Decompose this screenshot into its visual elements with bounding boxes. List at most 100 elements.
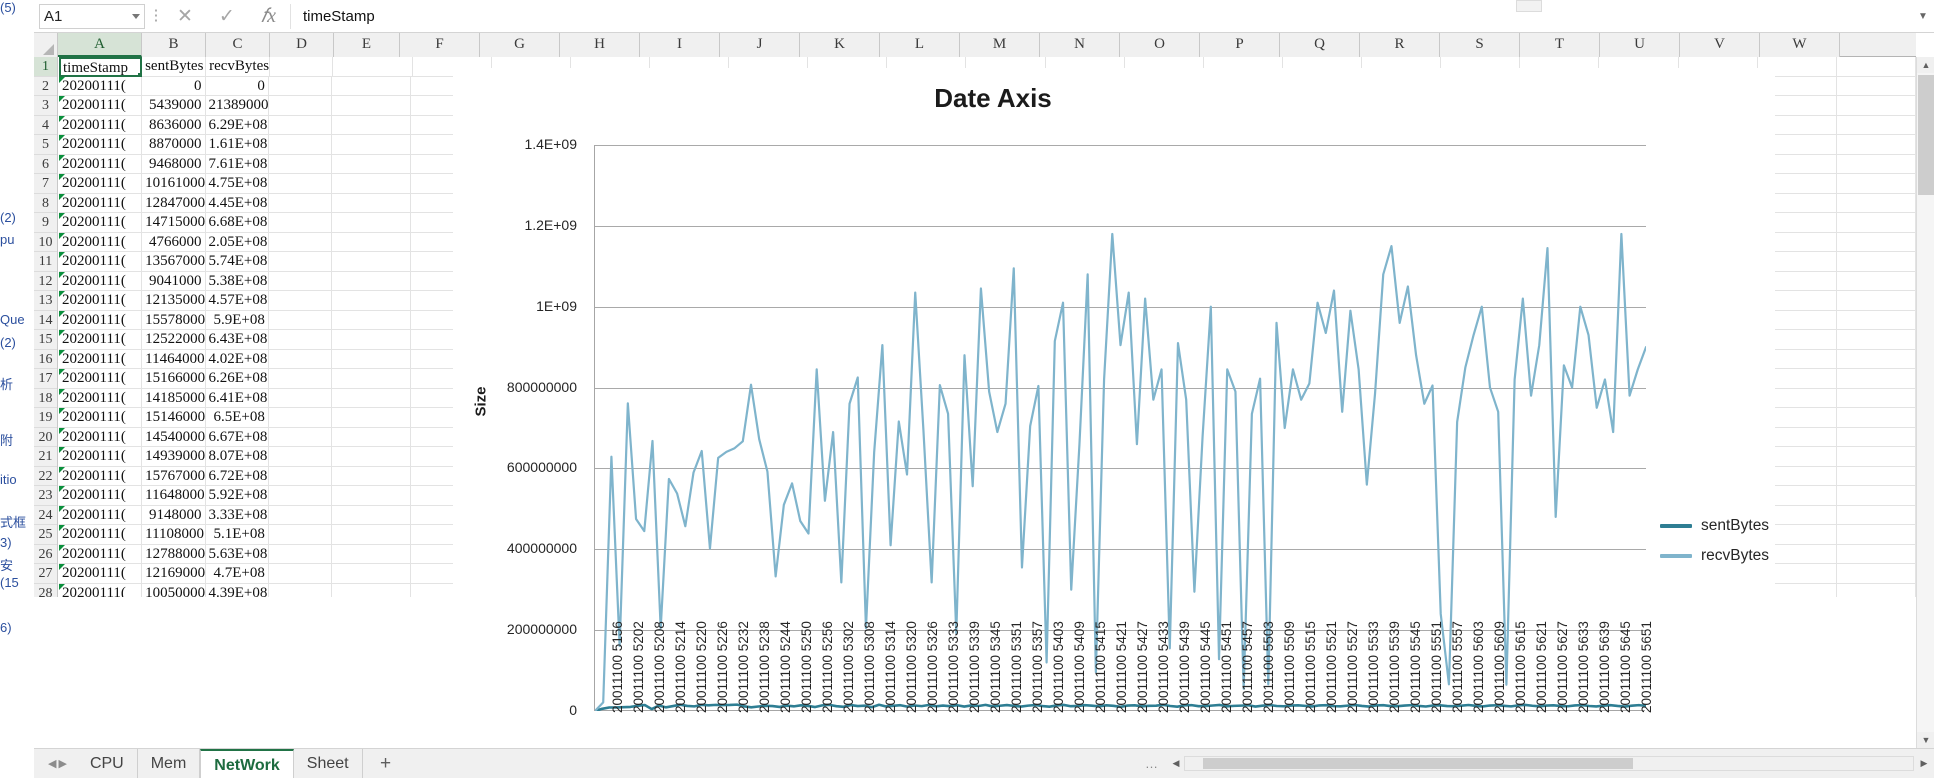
grid-cell-d10[interactable] xyxy=(269,233,332,253)
row-header-4[interactable]: 4 xyxy=(34,116,57,136)
grid-cell-b1[interactable]: sentBytes xyxy=(142,57,206,77)
row-header-17[interactable]: 17 xyxy=(34,369,57,389)
grid-cell-c9[interactable]: 6.68E+08 xyxy=(206,213,269,233)
vertical-scroll-thumb[interactable] xyxy=(1918,75,1934,195)
legend-item-recvBytes[interactable]: recvBytes xyxy=(1660,541,1775,571)
grid-cell-a12[interactable]: 20200111( xyxy=(59,272,142,292)
grid-cell-a21[interactable]: 20200111( xyxy=(59,447,142,467)
grid-cell-empty[interactable] xyxy=(332,506,411,526)
grid-cell-empty[interactable] xyxy=(332,350,411,370)
grid-cell-c24[interactable]: 3.33E+08 xyxy=(206,506,269,526)
grid-cell-d18[interactable] xyxy=(269,389,332,409)
row-header-10[interactable]: 10 xyxy=(34,233,57,253)
add-sheet-button[interactable]: + xyxy=(371,749,401,778)
scroll-down-icon[interactable]: ▼ xyxy=(1917,732,1934,748)
grid-cell-b7[interactable]: 10161000 xyxy=(142,174,205,194)
grid-cell-empty[interactable] xyxy=(332,428,411,448)
vertical-scrollbar[interactable]: ▲ ▼ xyxy=(1916,57,1934,748)
chevron-down-icon[interactable] xyxy=(132,14,140,19)
grid-cell-d19[interactable] xyxy=(269,408,332,428)
row-header-13[interactable]: 13 xyxy=(34,291,57,311)
grid-cell-d2[interactable] xyxy=(269,77,332,97)
grid-cell-empty[interactable] xyxy=(1837,330,1916,350)
legend-item-sentBytes[interactable]: sentBytes xyxy=(1660,511,1775,541)
column-header-g[interactable]: G xyxy=(480,33,560,57)
grid-cell-empty[interactable] xyxy=(332,389,411,409)
grid-cell-c5[interactable]: 1.61E+08 xyxy=(206,135,269,155)
grid-cell-a14[interactable]: 20200111( xyxy=(59,311,142,331)
row-header-25[interactable]: 25 xyxy=(34,525,57,545)
tab-overflow-ellipsis[interactable]: … xyxy=(1145,756,1168,771)
grid-cell-empty[interactable] xyxy=(332,174,411,194)
name-box[interactable]: A1 xyxy=(39,4,145,29)
grid-cell-a7[interactable]: 20200111( xyxy=(59,174,142,194)
grid-cell-b9[interactable]: 14715000 xyxy=(142,213,205,233)
grid-cell-b20[interactable]: 14540000 xyxy=(142,428,205,448)
grid-cell-a18[interactable]: 20200111( xyxy=(59,389,142,409)
grid-cell-empty[interactable] xyxy=(1837,233,1916,253)
grid-cell-a25[interactable]: 20200111( xyxy=(59,525,142,545)
grid-cell-b11[interactable]: 13567000 xyxy=(142,252,205,272)
column-header-v[interactable]: V xyxy=(1680,33,1760,57)
grid-cell-empty[interactable] xyxy=(332,233,411,253)
grid-cell-d26[interactable] xyxy=(269,545,332,565)
formula-bar-expand-icon[interactable]: ▼ xyxy=(1912,0,1934,32)
grid-cell-d16[interactable] xyxy=(269,350,332,370)
grid-cell-b16[interactable]: 11464000 xyxy=(142,350,205,370)
grid-cell-d3[interactable] xyxy=(269,96,332,116)
grid-cell-a27[interactable]: 20200111( xyxy=(59,564,142,584)
grid-cell-empty[interactable] xyxy=(332,311,411,331)
grid-cell-empty[interactable] xyxy=(332,584,411,598)
grid-cell-empty[interactable] xyxy=(332,330,411,350)
first-sheet-icon[interactable]: ◀ xyxy=(48,757,56,770)
row-header-15[interactable]: 15 xyxy=(34,330,57,350)
grid-cell-empty[interactable] xyxy=(1837,272,1916,292)
grid-cell-a13[interactable]: 20200111( xyxy=(59,291,142,311)
scroll-up-icon[interactable]: ▲ xyxy=(1917,57,1934,73)
grid-cell-a20[interactable]: 20200111( xyxy=(59,428,142,448)
grid-cell-b6[interactable]: 9468000 xyxy=(142,155,205,175)
grid-cell-empty[interactable] xyxy=(332,291,411,311)
grid-cell-a28[interactable]: 20200111( xyxy=(59,584,142,598)
grid-cell-b23[interactable]: 11648000 xyxy=(142,486,205,506)
grid-cell-b19[interactable]: 15146000 xyxy=(142,408,205,428)
grid-cell-empty[interactable] xyxy=(332,369,411,389)
grid-cell-empty[interactable] xyxy=(1837,291,1916,311)
chart-legend[interactable]: sentBytesrecvBytes xyxy=(1660,511,1775,571)
grid-cell-empty[interactable] xyxy=(1837,194,1916,214)
grid-cell-b10[interactable]: 4766000 xyxy=(142,233,205,253)
column-header-p[interactable]: P xyxy=(1200,33,1280,57)
grid-cell-c14[interactable]: 5.9E+08 xyxy=(206,311,269,331)
column-header-l[interactable]: L xyxy=(880,33,960,57)
grid-cell-c13[interactable]: 4.57E+08 xyxy=(206,291,269,311)
column-header-e[interactable]: E xyxy=(334,33,400,57)
grid-cell-d9[interactable] xyxy=(269,213,332,233)
grid-cell-a26[interactable]: 20200111( xyxy=(59,545,142,565)
grid-cell-empty[interactable] xyxy=(332,408,411,428)
grid-cell-d11[interactable] xyxy=(269,252,332,272)
sheet-tab-network[interactable]: NetWork xyxy=(200,749,294,778)
grid-cell-d27[interactable] xyxy=(269,564,332,584)
column-header-a[interactable]: A xyxy=(58,33,142,57)
grid-cell-a11[interactable]: 20200111( xyxy=(59,252,142,272)
grid-cell-empty[interactable] xyxy=(1837,77,1916,97)
grid-cell-c28[interactable]: 4.39E+08 xyxy=(206,584,269,598)
grid-cell-d14[interactable] xyxy=(269,311,332,331)
horizontal-scrollbar[interactable] xyxy=(1184,756,1914,771)
grid-cell-c11[interactable]: 5.74E+08 xyxy=(206,252,269,272)
grid-cell-a17[interactable]: 20200111( xyxy=(59,369,142,389)
grid-cell-c8[interactable]: 4.45E+08 xyxy=(206,194,269,214)
grid-cell-b15[interactable]: 12522000 xyxy=(142,330,205,350)
grid-cell-empty[interactable] xyxy=(332,486,411,506)
column-header-t[interactable]: T xyxy=(1520,33,1600,57)
grid-cell-a15[interactable]: 20200111( xyxy=(59,330,142,350)
column-header-k[interactable]: K xyxy=(800,33,880,57)
column-header-i[interactable]: I xyxy=(640,33,720,57)
grid-cell-empty[interactable] xyxy=(1837,467,1916,487)
row-header-7[interactable]: 7 xyxy=(34,174,57,194)
grid-cell-empty[interactable] xyxy=(332,467,411,487)
grid-cell-c21[interactable]: 8.07E+08 xyxy=(206,447,269,467)
grid-cell-a5[interactable]: 20200111( xyxy=(59,135,142,155)
grid-cell-empty[interactable] xyxy=(332,155,411,175)
grid-cell-empty[interactable] xyxy=(332,252,411,272)
